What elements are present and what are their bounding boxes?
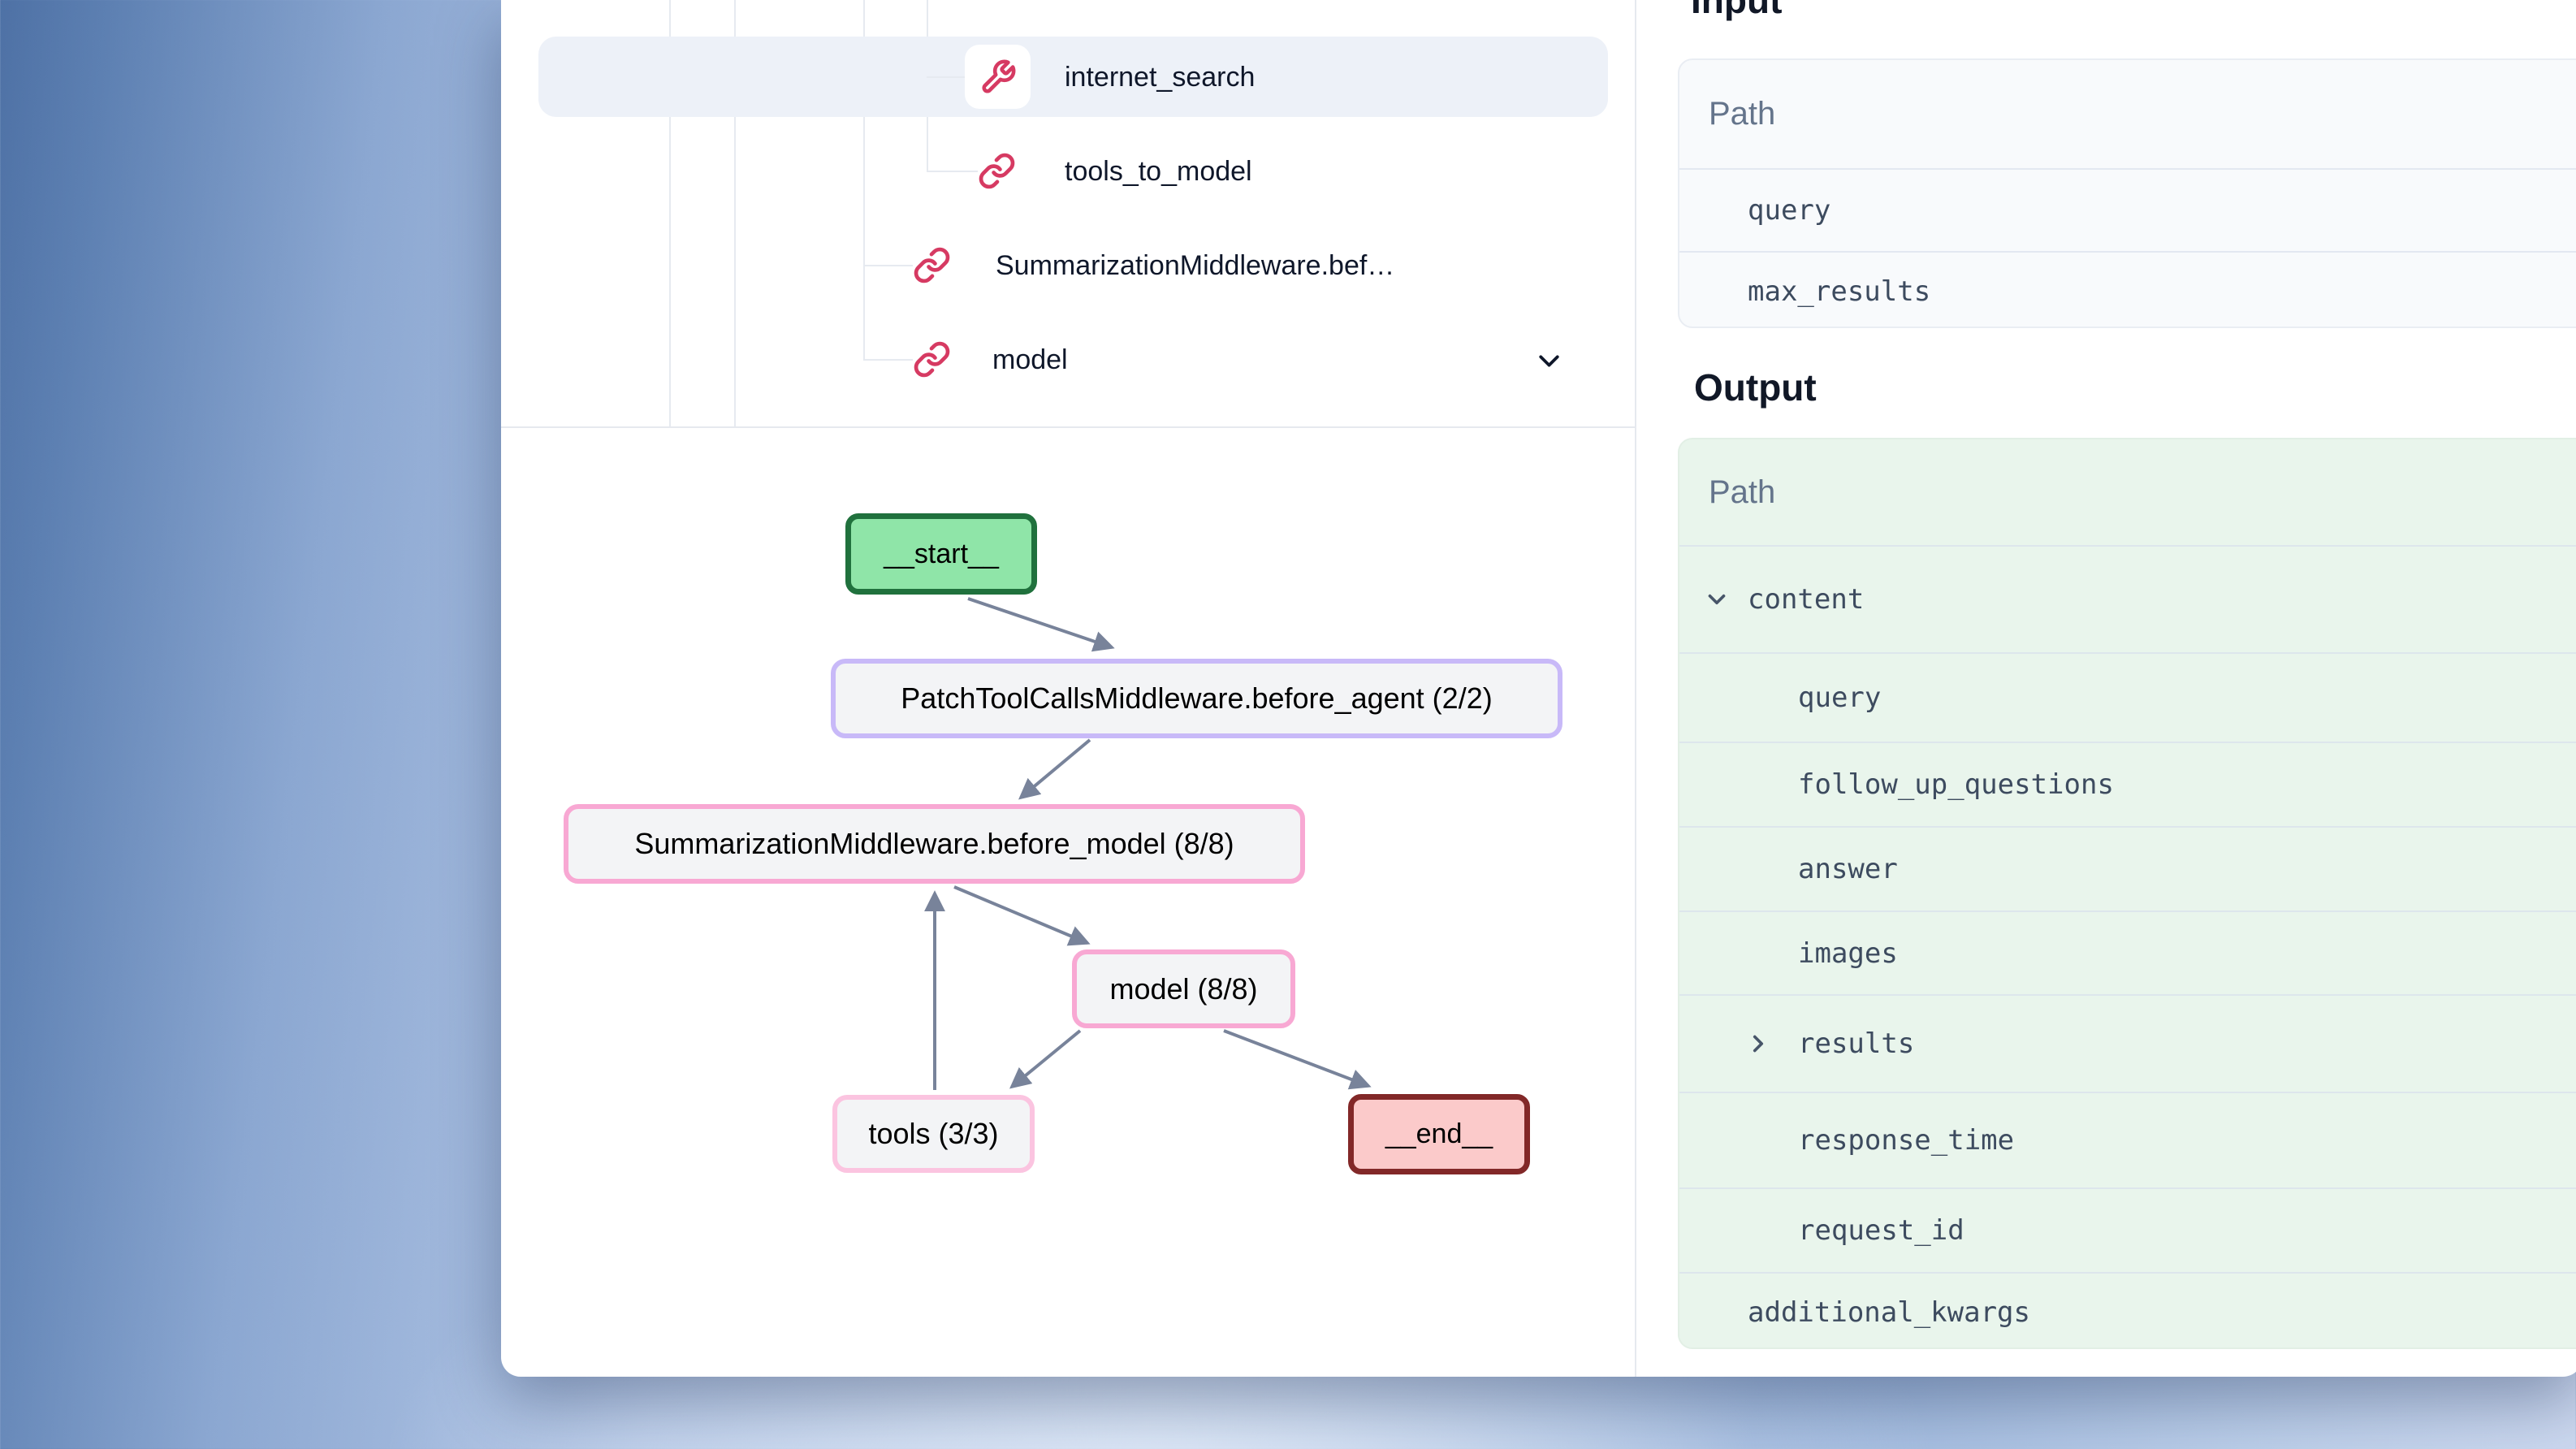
trace-window: internet_search tools_to_model Summariza… [501,0,2576,1377]
table-row-content[interactable]: content [1679,547,2576,654]
output-path-images: images [1679,937,1898,970]
output-path-request-id: request_id [1679,1214,1964,1247]
agent-graph: __start__ PatchToolCallsMiddleware.befor… [501,428,1635,1377]
output-path-response-time: response_time [1679,1124,2014,1157]
tree-connector [927,76,965,78]
output-path-follow-up-questions: follow_up_questions [1679,768,2114,801]
graph-node-model[interactable]: model (8/8) [1072,949,1295,1028]
tree-item-model[interactable]: model [992,344,1068,376]
output-section-title: Output [1694,366,1817,409]
output-path-header-row: Path [1679,439,2576,547]
chevron-down-icon[interactable] [1532,344,1566,378]
tree-connector [863,359,913,361]
output-table: Path content query follow_up_questions a… [1678,438,2576,1349]
graph-node-tools[interactable]: tools (3/3) [832,1095,1035,1173]
input-table: Path query max_results [1678,58,2576,328]
table-row: request_id [1679,1189,2576,1274]
input-path-max-results: max_results [1679,275,1930,308]
table-row: response_time [1679,1093,2576,1189]
wrench-icon [965,45,1031,109]
column-header-path: Path [1679,96,1775,132]
output-path-query: query [1679,681,1881,714]
link-icon [913,340,951,378]
input-path-header-row: Path [1679,60,2576,170]
table-row: query [1679,170,2576,253]
table-row: query [1679,654,2576,743]
chevron-down-icon[interactable] [1703,586,1731,613]
link-icon [913,246,951,284]
input-path-query: query [1679,194,1830,227]
tree-item-internet-search[interactable]: internet_search [1065,61,1255,93]
output-path-additional-kwargs: additional_kwargs [1679,1296,2030,1329]
run-details-panel: Input Path query max_results Output Path… [1636,0,2576,1377]
link-icon [978,152,1016,190]
graph-node-summarization-before-model[interactable]: SummarizationMiddleware.before_model (8/… [564,804,1305,884]
output-path-results: results [1679,1027,1914,1060]
table-row: answer [1679,828,2576,912]
chevron-right-icon[interactable] [1744,1030,1772,1058]
graph-node-patch-before-agent[interactable]: PatchToolCallsMiddleware.before_agent (2… [831,659,1562,738]
column-header-path: Path [1679,474,1775,511]
table-row: additional_kwargs [1679,1274,2576,1349]
input-section-title: Input [1691,0,1782,21]
output-path-answer: answer [1679,853,1898,885]
table-row: follow_up_questions [1679,743,2576,828]
graph-node-end[interactable]: __end__ [1348,1094,1530,1174]
table-row: images [1679,912,2576,996]
tree-connector [863,265,913,266]
table-row: max_results [1679,253,2576,328]
tree-item-summarization-middleware[interactable]: SummarizationMiddleware.bef… [996,249,1394,282]
table-row-results[interactable]: results [1679,996,2576,1093]
graph-node-start[interactable]: __start__ [845,513,1037,595]
tree-connector [927,171,978,172]
tree-item-tools-to-model[interactable]: tools_to_model [1065,155,1252,188]
